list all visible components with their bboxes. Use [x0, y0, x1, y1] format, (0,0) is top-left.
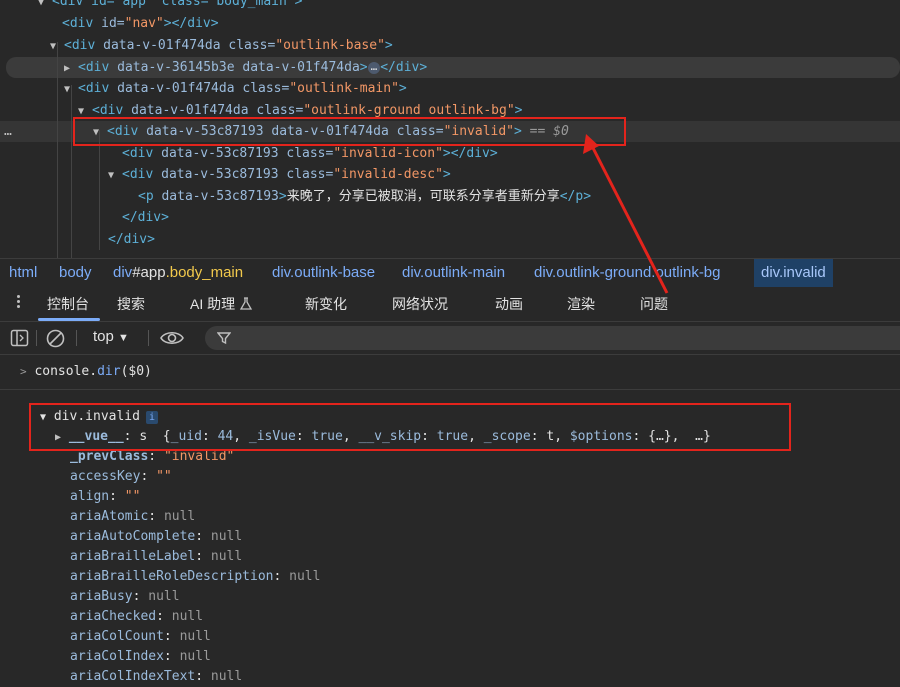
annotation-arrow	[583, 134, 669, 294]
